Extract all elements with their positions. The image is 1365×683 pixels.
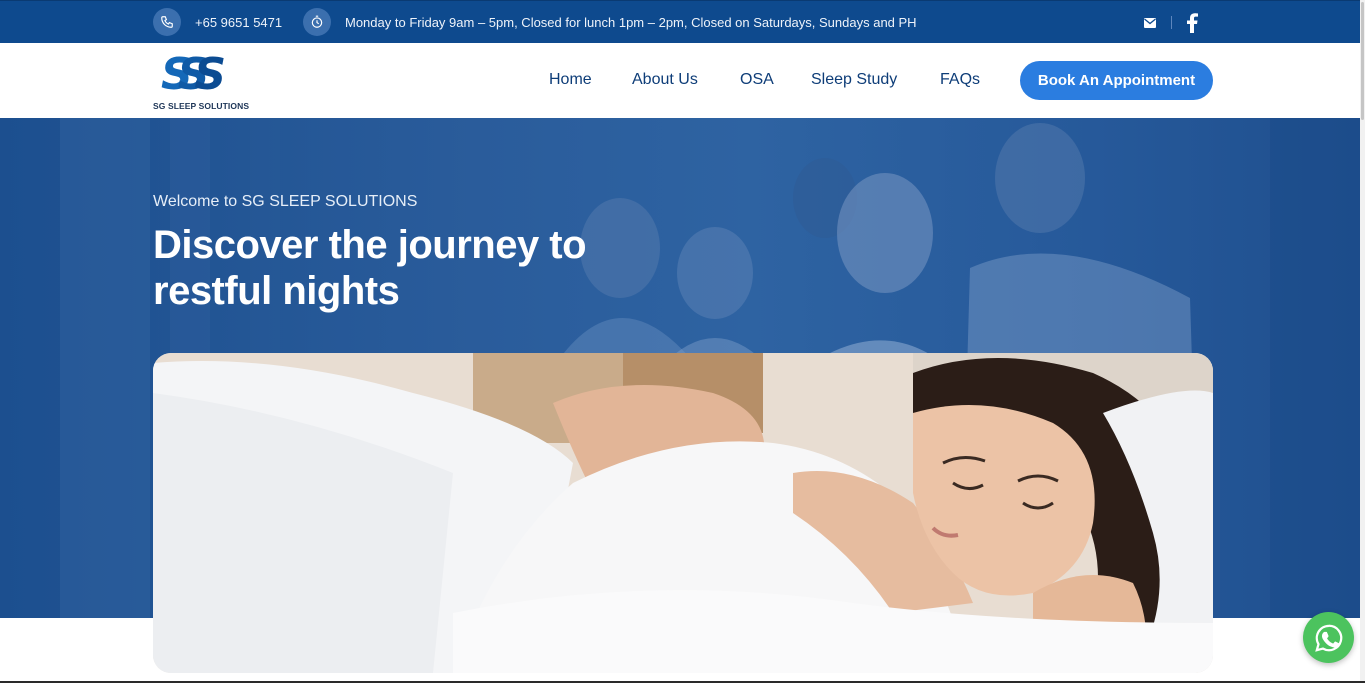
mail-icon[interactable] — [1144, 12, 1156, 34]
opening-hours: Monday to Friday 9am – 5pm, Closed for l… — [303, 8, 917, 36]
hero-welcome-text: Welcome to SG SLEEP SOLUTIONS — [153, 193, 418, 210]
clock-icon — [303, 8, 331, 36]
phone-number: +65 9651 5471 — [195, 14, 283, 30]
logo[interactable]: SSS SG SLEEP SOLUTIONS — [153, 49, 253, 112]
logo-mark: SSS — [161, 49, 226, 100]
phone-contact[interactable]: +65 9651 5471 — [153, 8, 282, 36]
nav-osa[interactable]: OSA — [740, 71, 774, 91]
site-header: SSS SG SLEEP SOLUTIONS Home About Us OSA… — [0, 43, 1365, 118]
sleeping-woman-image — [153, 353, 1213, 673]
whatsapp-icon — [1314, 624, 1342, 652]
whatsapp-button[interactable] — [1303, 612, 1354, 663]
nav-about-us[interactable]: About Us — [632, 71, 698, 91]
hero-headline: Discover the journey to restful nights — [153, 222, 653, 314]
scrollbar-thumb[interactable] — [1361, 2, 1364, 120]
book-appointment-button[interactable]: Book An Appointment — [1020, 61, 1213, 100]
nav-faqs[interactable]: FAQs — [940, 71, 980, 91]
hours-text: Monday to Friday 9am – 5pm, Closed for l… — [345, 14, 917, 30]
hero-headline-line-2: restful nights — [153, 269, 400, 313]
phone-icon — [153, 8, 181, 36]
social-divider — [1171, 16, 1172, 29]
facebook-icon[interactable] — [1186, 12, 1198, 34]
logo-text: SG SLEEP SOLUTIONS — [153, 101, 250, 111]
nav-home[interactable]: Home — [549, 71, 592, 91]
nav-sleep-study[interactable]: Sleep Study — [811, 71, 897, 91]
top-info-bar: +65 9651 5471 Monday to Friday 9am – 5pm… — [0, 0, 1365, 43]
page-scrollbar[interactable] — [1360, 0, 1365, 683]
hero-headline-line-1: Discover the journey to — [153, 223, 587, 267]
